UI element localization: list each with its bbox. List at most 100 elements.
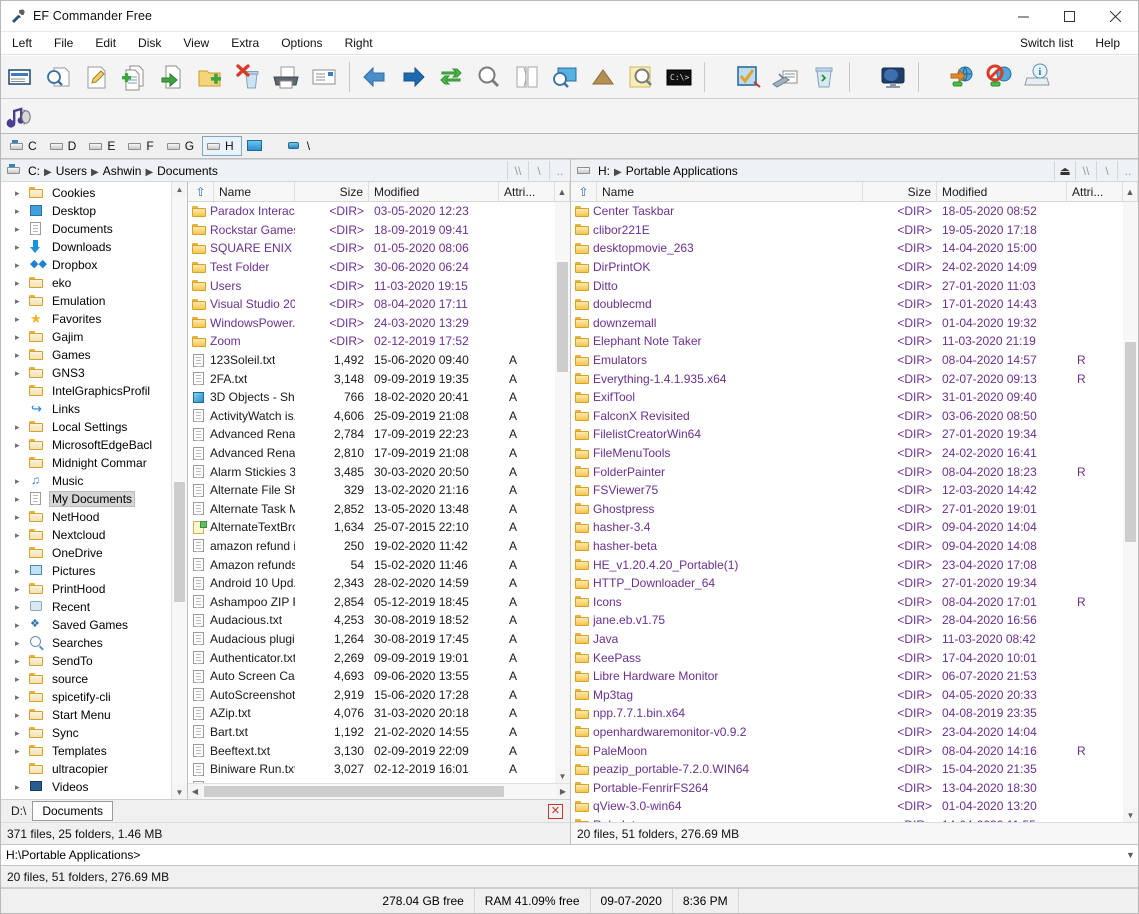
- menu-right[interactable]: Right: [334, 34, 384, 52]
- tree-item-gajim[interactable]: ▸ Gajim: [1, 328, 171, 346]
- expand-chevron-icon[interactable]: ▸: [15, 423, 23, 432]
- expand-chevron-icon[interactable]: ▸: [15, 207, 23, 216]
- expand-chevron-icon[interactable]: ▸: [15, 477, 23, 486]
- drive-button-desktop[interactable]: [242, 136, 272, 156]
- table-row[interactable]: Icons <DIR> 08-04-2020 17:01 R: [571, 592, 1138, 611]
- expand-chevron-icon[interactable]: ▸: [15, 351, 23, 360]
- right-path-btn-parent[interactable]: ..: [1117, 161, 1138, 180]
- expand-chevron-icon[interactable]: ▸: [15, 369, 23, 378]
- table-row[interactable]: SQUARE ENIX <DIR> 01-05-2020 08:06: [188, 239, 570, 258]
- table-row[interactable]: Ditto <DIR> 27-01-2020 11:03: [571, 276, 1138, 295]
- back-arrow-icon[interactable]: [356, 58, 394, 96]
- menu-left[interactable]: Left: [1, 34, 43, 52]
- table-row[interactable]: Everything-1.4.1.935.x64 <DIR> 02-07-2020 …: [571, 369, 1138, 388]
- table-row[interactable]: Android 10 Upd... 2,343 28-02-2020 14:59 A: [188, 574, 570, 593]
- minimize-button[interactable]: [1000, 1, 1046, 31]
- view-quick-icon[interactable]: [39, 58, 77, 96]
- table-row[interactable]: doublecmd <DIR> 17-01-2020 14:43: [571, 295, 1138, 314]
- table-row[interactable]: Rockstar Games <DIR> 18-09-2019 09:41: [188, 221, 570, 240]
- left-tab-documents[interactable]: Documents: [32, 801, 114, 821]
- search-icon[interactable]: [470, 58, 508, 96]
- tree-item-nethood[interactable]: ▸ NetHood: [1, 508, 171, 526]
- table-row[interactable]: DirPrintOK <DIR> 24-02-2020 14:09: [571, 258, 1138, 277]
- expand-chevron-icon[interactable]: ▸: [15, 693, 23, 702]
- tree-item-documents[interactable]: ▸ Documents: [1, 220, 171, 238]
- expand-chevron-icon[interactable]: [15, 549, 23, 557]
- menu-disk[interactable]: Disk: [127, 34, 172, 52]
- left-path-bar[interactable]: C: ▶ Users ▶ Ashwin ▶ Documents \\ \ ..: [1, 159, 570, 182]
- tree-item-games[interactable]: ▸ Games: [1, 346, 171, 364]
- table-row[interactable]: Elephant Note Taker <DIR> 11-03-2020 21:19: [571, 332, 1138, 351]
- drive-button-e[interactable]: E: [84, 136, 123, 156]
- left-list-scrollbar[interactable]: ▼: [555, 202, 570, 783]
- print-icon[interactable]: [267, 58, 305, 96]
- table-row[interactable]: FSViewer75 <DIR> 12-03-2020 14:42: [571, 481, 1138, 500]
- column-header-attributes[interactable]: Attri...: [499, 182, 555, 201]
- forward-arrow-icon[interactable]: [394, 58, 432, 96]
- find-files-icon[interactable]: [546, 58, 584, 96]
- table-row[interactable]: clibor221E <DIR> 19-05-2020 17:18: [571, 221, 1138, 240]
- table-row[interactable]: Alternate File Sh... 329 13-02-2020 21:16 A: [188, 481, 570, 500]
- expand-chevron-icon[interactable]: [15, 765, 23, 773]
- expand-chevron-icon[interactable]: ▸: [15, 531, 23, 540]
- left-path-btn-unc[interactable]: \\: [507, 161, 528, 180]
- table-row[interactable]: Biniware Run.txt 3,027 02-12-2019 16:01 A: [188, 760, 570, 779]
- table-row[interactable]: downzemall <DIR> 01-04-2020 19:32: [571, 314, 1138, 333]
- new-folder-icon[interactable]: [191, 58, 229, 96]
- scroll-thumb[interactable]: [174, 482, 185, 602]
- checklist-icon[interactable]: [729, 58, 767, 96]
- breadcrumb-seg-1[interactable]: Ashwin: [103, 164, 142, 178]
- table-row[interactable]: Libre Hardware Monitor <DIR> 06-07-2020 21…: [571, 667, 1138, 686]
- table-row[interactable]: Ashampoo ZIP F... 2,854 05-12-2019 18:45 A: [188, 592, 570, 611]
- table-row[interactable]: FilelistCreatorWin64 <DIR> 27-01-2020 19:3…: [571, 425, 1138, 444]
- tree-item-downloads[interactable]: ▸ Downloads: [1, 238, 171, 256]
- expand-chevron-icon[interactable]: ▸: [15, 495, 23, 504]
- sort-indicator-icon[interactable]: ⇧: [188, 182, 214, 201]
- tree-item-saved-games[interactable]: ▸ ❖ Saved Games: [1, 616, 171, 634]
- tree-item-source[interactable]: ▸ source: [1, 670, 171, 688]
- drive-button-f[interactable]: F: [123, 136, 161, 156]
- recycle-bin-icon[interactable]: [805, 58, 843, 96]
- table-row[interactable]: Portable-FenrirFS264 <DIR> 13-04-2020 18:3…: [571, 778, 1138, 797]
- compare-icon[interactable]: [508, 58, 546, 96]
- menu-view[interactable]: View: [172, 34, 220, 52]
- tree-item-videos[interactable]: ▸ Videos: [1, 778, 171, 796]
- column-header-name[interactable]: Name: [597, 182, 863, 201]
- menu-extra[interactable]: Extra: [220, 34, 270, 52]
- right-list-scrollbar[interactable]: ▼: [1123, 202, 1138, 822]
- tree-item-local-settings[interactable]: ▸ Local Settings: [1, 418, 171, 436]
- table-row[interactable]: Alarm Stickies 3.... 3,485 30-03-2020 20:5…: [188, 462, 570, 481]
- breadcrumb-drive[interactable]: H:: [598, 164, 610, 178]
- table-row[interactable]: ExifTool <DIR> 31-01-2020 09:40: [571, 388, 1138, 407]
- breadcrumb-drive[interactable]: C:: [28, 164, 40, 178]
- tree-item-spicetify-cli[interactable]: ▸ spicetify-cli: [1, 688, 171, 706]
- parent-folder-icon[interactable]: [584, 58, 622, 96]
- table-row[interactable]: HTTP_Downloader_64 <DIR> 27-01-2020 19:34: [571, 574, 1138, 593]
- table-row[interactable]: openhardwaremonitor-v0.9.2 <DIR> 23-04-202…: [571, 723, 1138, 742]
- command-prompt-icon[interactable]: C:\>: [660, 58, 698, 96]
- tree-item-searches[interactable]: ▸ Searches: [1, 634, 171, 652]
- tree-item-desktop[interactable]: ▸ Desktop: [1, 202, 171, 220]
- table-row[interactable]: PaleMoon <DIR> 08-04-2020 14:16 R: [571, 741, 1138, 760]
- left-tab-drive-label[interactable]: D:\: [5, 804, 32, 818]
- breadcrumb-seg-0[interactable]: Users: [56, 164, 87, 178]
- drive-button-c[interactable]: C: [5, 136, 45, 156]
- tree-item-midnight-commar[interactable]: Midnight Commar: [1, 454, 171, 472]
- expand-chevron-icon[interactable]: ▸: [15, 243, 23, 252]
- eject-button[interactable]: ⏏: [1054, 161, 1075, 180]
- table-row[interactable]: hasher-3.4 <DIR> 09-04-2020 14:04: [571, 518, 1138, 537]
- tree-item-music[interactable]: ▸ ♫ Music: [1, 472, 171, 490]
- view-file-icon[interactable]: [1, 58, 39, 96]
- table-row[interactable]: Users <DIR> 11-03-2020 19:15: [188, 276, 570, 295]
- table-row[interactable]: jane.eb.v1.75 <DIR> 28-04-2020 16:56: [571, 611, 1138, 630]
- list-scroll-up-arrow[interactable]: ▲: [1123, 182, 1138, 201]
- close-button[interactable]: [1092, 1, 1138, 31]
- table-row[interactable]: Audacious plugi... 1,264 30-08-2019 17:45 A: [188, 630, 570, 649]
- table-row[interactable]: Center Taskbar <DIR> 18-05-2020 08:52: [571, 202, 1138, 221]
- scroll-thumb[interactable]: [1125, 342, 1136, 542]
- menu-help[interactable]: Help: [1084, 34, 1138, 52]
- right-path-btn-unc[interactable]: \\: [1075, 161, 1096, 180]
- column-header-attributes[interactable]: Attri...: [1067, 182, 1123, 201]
- list-scroll-up-arrow[interactable]: ▲: [555, 182, 570, 201]
- desktop-icon[interactable]: [874, 58, 912, 96]
